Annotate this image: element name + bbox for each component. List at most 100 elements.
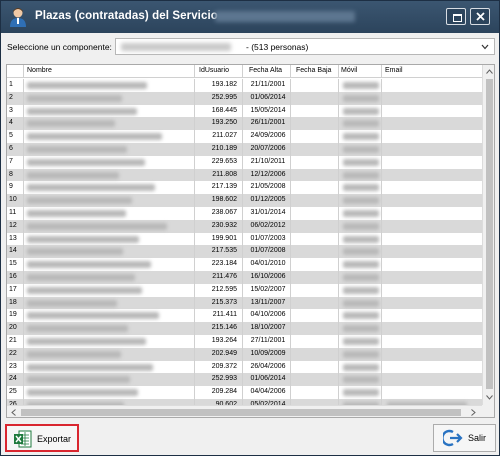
column-divider [381, 143, 382, 156]
table-row[interactable]: 1 193.182 21/11/2001 [7, 79, 482, 92]
column-divider [242, 258, 243, 271]
column-divider [290, 386, 291, 399]
close-button[interactable] [470, 8, 490, 25]
vertical-scroll-thumb[interactable] [486, 79, 493, 389]
chevron-down-icon [481, 44, 489, 50]
column-divider [290, 296, 291, 310]
column-divider [290, 283, 291, 297]
column-header-idusuario[interactable]: IdUsuario [199, 67, 229, 74]
scroll-down-icon[interactable] [486, 395, 493, 400]
redacted-movil [343, 82, 379, 89]
column-divider [290, 373, 291, 387]
cell-fecha-alta: 27/11/2001 [250, 337, 286, 344]
column-divider [23, 207, 24, 220]
row-number: 8 [9, 170, 13, 178]
table-row[interactable]: 22 202.949 10/09/2009 [7, 347, 482, 361]
column-divider [194, 168, 195, 182]
table-row[interactable]: 19 211.411 04/10/2006 [7, 309, 482, 323]
column-header-email[interactable]: Email [385, 67, 403, 74]
table-row[interactable]: 15 223.184 04/01/2010 [7, 258, 482, 271]
column-divider [338, 79, 339, 92]
scroll-right-icon[interactable] [471, 409, 476, 416]
column-divider [242, 309, 243, 323]
component-label: Seleccione un componente: [7, 42, 112, 52]
component-select[interactable]: - (513 personas) [115, 38, 495, 55]
table-row[interactable]: 13 199.901 01/07/2003 [7, 232, 482, 246]
table-row[interactable]: 10 198.602 01/12/2005 [7, 194, 482, 207]
table-row[interactable]: 11 238.067 31/01/2014 [7, 207, 482, 220]
redacted-movil [343, 184, 379, 192]
column-divider [381, 271, 382, 284]
horizontal-scroll-thumb[interactable] [21, 409, 461, 416]
column-divider [338, 219, 339, 233]
column-divider [242, 91, 243, 105]
column-divider [242, 373, 243, 387]
column-divider [381, 309, 382, 323]
cell-idusuario: 193.182 [211, 81, 237, 88]
cell-idusuario: 193.264 [211, 337, 237, 344]
table-row[interactable]: 25 209.284 04/04/2006 [7, 386, 482, 399]
export-button[interactable]: Exportar [5, 424, 79, 452]
table-row[interactable]: 21 193.264 27/11/2001 [7, 335, 482, 348]
column-divider [194, 271, 195, 284]
cell-idusuario: 209.284 [211, 388, 237, 396]
column-header-movil[interactable]: Móvil [341, 67, 357, 74]
table-row[interactable]: 2 252.995 01/06/2014 [7, 91, 482, 105]
table-row[interactable]: 20 215.146 18/10/2007 [7, 322, 482, 335]
cell-idusuario: 229.653 [211, 157, 237, 165]
restore-button[interactable] [446, 8, 466, 25]
personnel-grid[interactable]: Nombre IdUsuario Fecha Alta Fecha Baja M… [6, 64, 495, 418]
column-divider [242, 322, 243, 335]
column-divider [290, 335, 291, 348]
cell-fecha-alta: 15/05/2014 [250, 106, 286, 114]
row-number: 14 [9, 247, 17, 255]
table-row[interactable]: 7 229.653 21/10/2011 [7, 155, 482, 169]
horizontal-scrollbar[interactable] [7, 405, 482, 417]
row-number: 13 [9, 234, 17, 242]
column-header-fecha-alta[interactable]: Fecha Alta [249, 67, 282, 74]
column-header-fecha-baja[interactable]: Fecha Baja [296, 67, 331, 74]
column-divider [242, 168, 243, 182]
column-divider [381, 283, 382, 297]
redacted-movil [343, 376, 379, 384]
table-row[interactable]: 16 211.476 16/10/2006 [7, 271, 482, 284]
column-divider [338, 232, 339, 246]
vertical-scrollbar[interactable] [482, 65, 494, 405]
table-row[interactable]: 24 252.993 01/06/2014 [7, 373, 482, 387]
column-header-nombre[interactable]: Nombre [27, 67, 52, 74]
column-divider [381, 207, 382, 220]
table-row[interactable]: 14 217.535 01/07/2008 [7, 245, 482, 259]
column-divider [290, 181, 291, 195]
table-row[interactable]: 5 211.027 24/09/2006 [7, 130, 482, 143]
user-icon [10, 8, 26, 27]
row-number: 5 [9, 132, 13, 140]
table-row[interactable]: 17 212.595 15/02/2007 [7, 283, 482, 297]
column-divider [23, 309, 24, 323]
scroll-left-icon[interactable] [11, 409, 16, 416]
redacted-name [27, 171, 119, 179]
table-row[interactable]: 6 210.189 20/07/2006 [7, 143, 482, 156]
redacted-movil [343, 363, 379, 371]
redacted-name [27, 197, 132, 205]
redacted-name [27, 389, 138, 397]
table-row[interactable]: 4 193.250 26/11/2001 [7, 117, 482, 131]
redacted-name [27, 222, 167, 230]
table-row[interactable]: 12 230.932 06/02/2012 [7, 219, 482, 233]
column-divider [338, 104, 339, 118]
title-bar[interactable]: Plazas (contratadas) del Servicio [1, 1, 499, 33]
row-number: 1 [9, 81, 13, 88]
table-row[interactable]: 3 168.445 15/05/2014 [7, 104, 482, 118]
scroll-up-icon[interactable] [486, 69, 493, 74]
column-divider [242, 360, 243, 374]
table-row[interactable]: 8 211.808 12/12/2006 [7, 168, 482, 182]
column-divider [381, 181, 382, 195]
cell-fecha-alta: 21/05/2008 [250, 183, 286, 191]
table-row[interactable]: 23 209.372 26/04/2006 [7, 360, 482, 374]
cell-fecha-alta: 12/12/2006 [250, 170, 286, 178]
redacted-movil [343, 312, 379, 320]
exit-button[interactable]: Salir [433, 424, 496, 452]
table-row[interactable]: 18 215.373 13/11/2007 [7, 296, 482, 310]
table-row[interactable]: 9 217.139 21/05/2008 [7, 181, 482, 195]
column-divider [23, 245, 24, 259]
cell-fecha-alta: 13/11/2007 [250, 298, 286, 306]
